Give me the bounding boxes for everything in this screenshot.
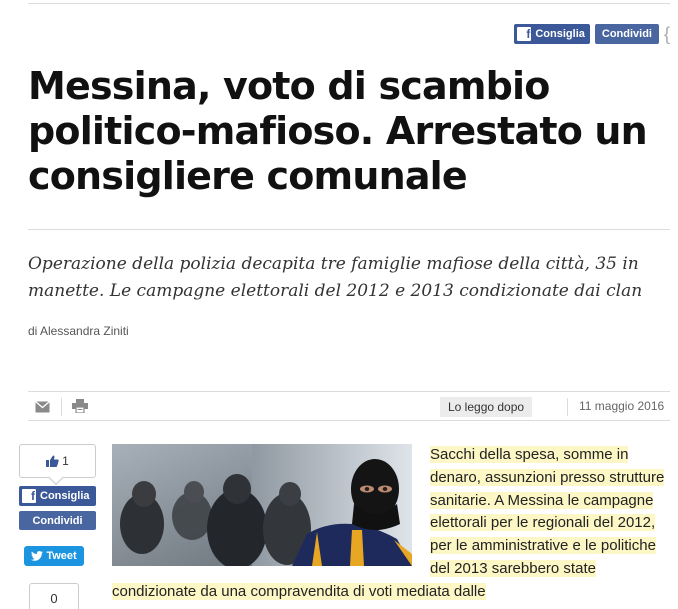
top-share-bar: f Consiglia Condividi { [514,24,670,44]
facebook-icon: f [517,27,532,41]
article-subtitle: Operazione della polizia decapita tre fa… [28,254,643,301]
counter-bubble-edge: { [663,24,670,44]
title-divider [28,229,670,230]
facebook-share-button-side[interactable]: Condividi [19,511,96,530]
tweet-label: Tweet [46,550,77,562]
publish-date: 11 maggio 2016 [579,399,665,413]
facebook-like-button-side[interactable]: f Consiglia [19,486,96,506]
like-count-box[interactable]: 1 [19,444,96,478]
article-body: Sacchi della spesa, somme in denaro, ass… [112,444,674,604]
article-author: di Alessandra Ziniti [28,324,129,338]
like-count: 1 [62,454,69,468]
envelope-icon[interactable] [35,400,50,418]
facebook-like-label: Consiglia [535,28,585,40]
article-title: Messina, voto di scambio politico-mafios… [28,64,648,198]
photo-float-spacer [112,444,430,572]
facebook-share-button[interactable]: Condividi [594,24,659,44]
article-toolbar: Lo leggo dopo 11 maggio 2016 [28,391,670,421]
top-divider [28,3,670,4]
facebook-like-label: Consiglia [40,490,90,502]
read-later-button[interactable]: Lo leggo dopo [440,397,533,417]
tweet-button[interactable]: Tweet [24,546,84,566]
toolbar-separator [61,398,62,416]
printer-icon[interactable] [72,399,88,418]
share-count-box: 0 [29,583,79,609]
facebook-like-button[interactable]: f Consiglia [514,24,590,44]
toolbar-separator [567,398,568,416]
thumbs-up-icon [46,455,59,467]
twitter-bird-icon [31,551,44,561]
facebook-icon: f [22,489,36,503]
